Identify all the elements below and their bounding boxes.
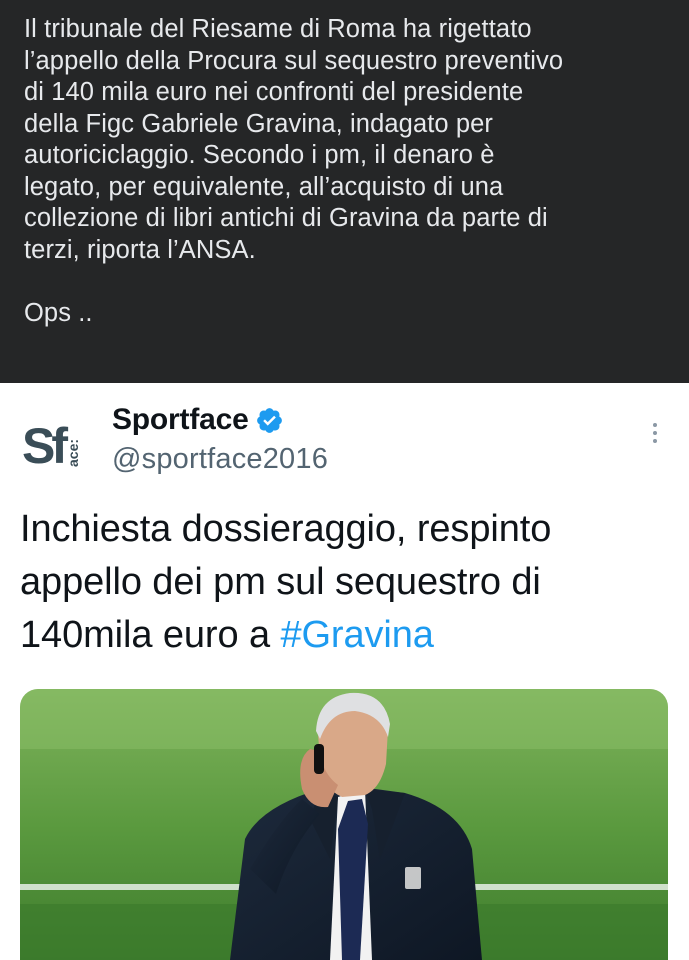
post-body-text: Il tribunale del Riesame di Roma ha rige… <box>24 15 564 264</box>
verified-badge-icon <box>255 406 284 435</box>
post-comment-text: Ops .. <box>24 298 93 327</box>
tweet-media-image[interactable] <box>20 689 668 960</box>
author-name[interactable]: Sportface <box>112 403 249 437</box>
tweet-text: Inchiesta dossieraggio, respinto appello… <box>20 503 670 662</box>
embedded-tweet[interactable]: Sf ace: Sportface @sportface2016 Inchies… <box>0 383 689 960</box>
hashtag-link[interactable]: #Gravina <box>280 614 433 656</box>
avatar-logo-subtext: ace: <box>65 439 81 467</box>
post-text-block: Il tribunale del Riesame di Roma ha rige… <box>0 0 689 383</box>
author-avatar[interactable]: Sf ace: <box>22 411 86 475</box>
avatar-logo-text: Sf <box>22 418 68 474</box>
more-vertical-icon[interactable] <box>651 423 659 447</box>
author-name-row[interactable]: Sportface <box>112 403 284 437</box>
author-handle[interactable]: @sportface2016 <box>112 443 328 476</box>
